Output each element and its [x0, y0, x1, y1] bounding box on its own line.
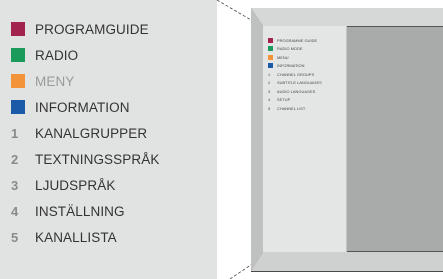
tv-menu-item-label: PROGRAMME GUIDE [277, 37, 318, 43]
tv-menu-item-channel-groups: 1 CHANNEL GROUPS [268, 70, 348, 79]
tv-menu-item-label: INFORMATION [277, 63, 305, 69]
tv-menu-item-menu: MENU [268, 53, 348, 62]
tv-menu-item-label: AUDIO LANGUAGES [277, 88, 316, 94]
color-key-icon [268, 46, 273, 52]
tv-menu-item-label: CHANNEL GROUPS [277, 71, 315, 77]
tv-menu-item-channel-list: 5 CHANNEL LIST [268, 104, 348, 113]
tv-menu-item-number: 5 [268, 105, 271, 111]
tv-menu-item-number: 4 [268, 97, 271, 103]
tv-screen-menu-list: PROGRAMME GUIDE RADIO MODE MENU INFORMATION… [268, 36, 348, 113]
tv-menu-item-number: 1 [268, 71, 271, 77]
tv-menu-item-number: 3 [268, 88, 271, 94]
tv-menu-item-information: INFORMATION [268, 62, 348, 71]
tv-menu-item-programme-guide: PROGRAMME GUIDE [268, 36, 348, 45]
tv-menu-item-label: CHANNEL LIST [277, 105, 306, 111]
color-key-icon [268, 37, 273, 43]
tv-menu-item-label: SUBTITLE LANGUAGES [277, 80, 322, 86]
tv-menu-item-label: MENU [277, 54, 289, 60]
tv-menu-item-label: RADIO MODE [277, 46, 303, 52]
tv-menu-item-label: SETUP [277, 97, 291, 103]
color-key-icon [268, 54, 273, 60]
tv-menu-item-number: 2 [268, 80, 271, 86]
tv-menu-item-radio-mode: RADIO MODE [268, 45, 348, 54]
color-key-icon [268, 63, 273, 69]
tv-menu-item-subtitle-languages: 2 SUBTITLE LANGUAGES [268, 79, 348, 88]
tv-menu-item-audio-languages: 3 AUDIO LANGUAGES [268, 87, 348, 96]
tv-menu-item-setup: 4 SETUP [268, 96, 348, 105]
